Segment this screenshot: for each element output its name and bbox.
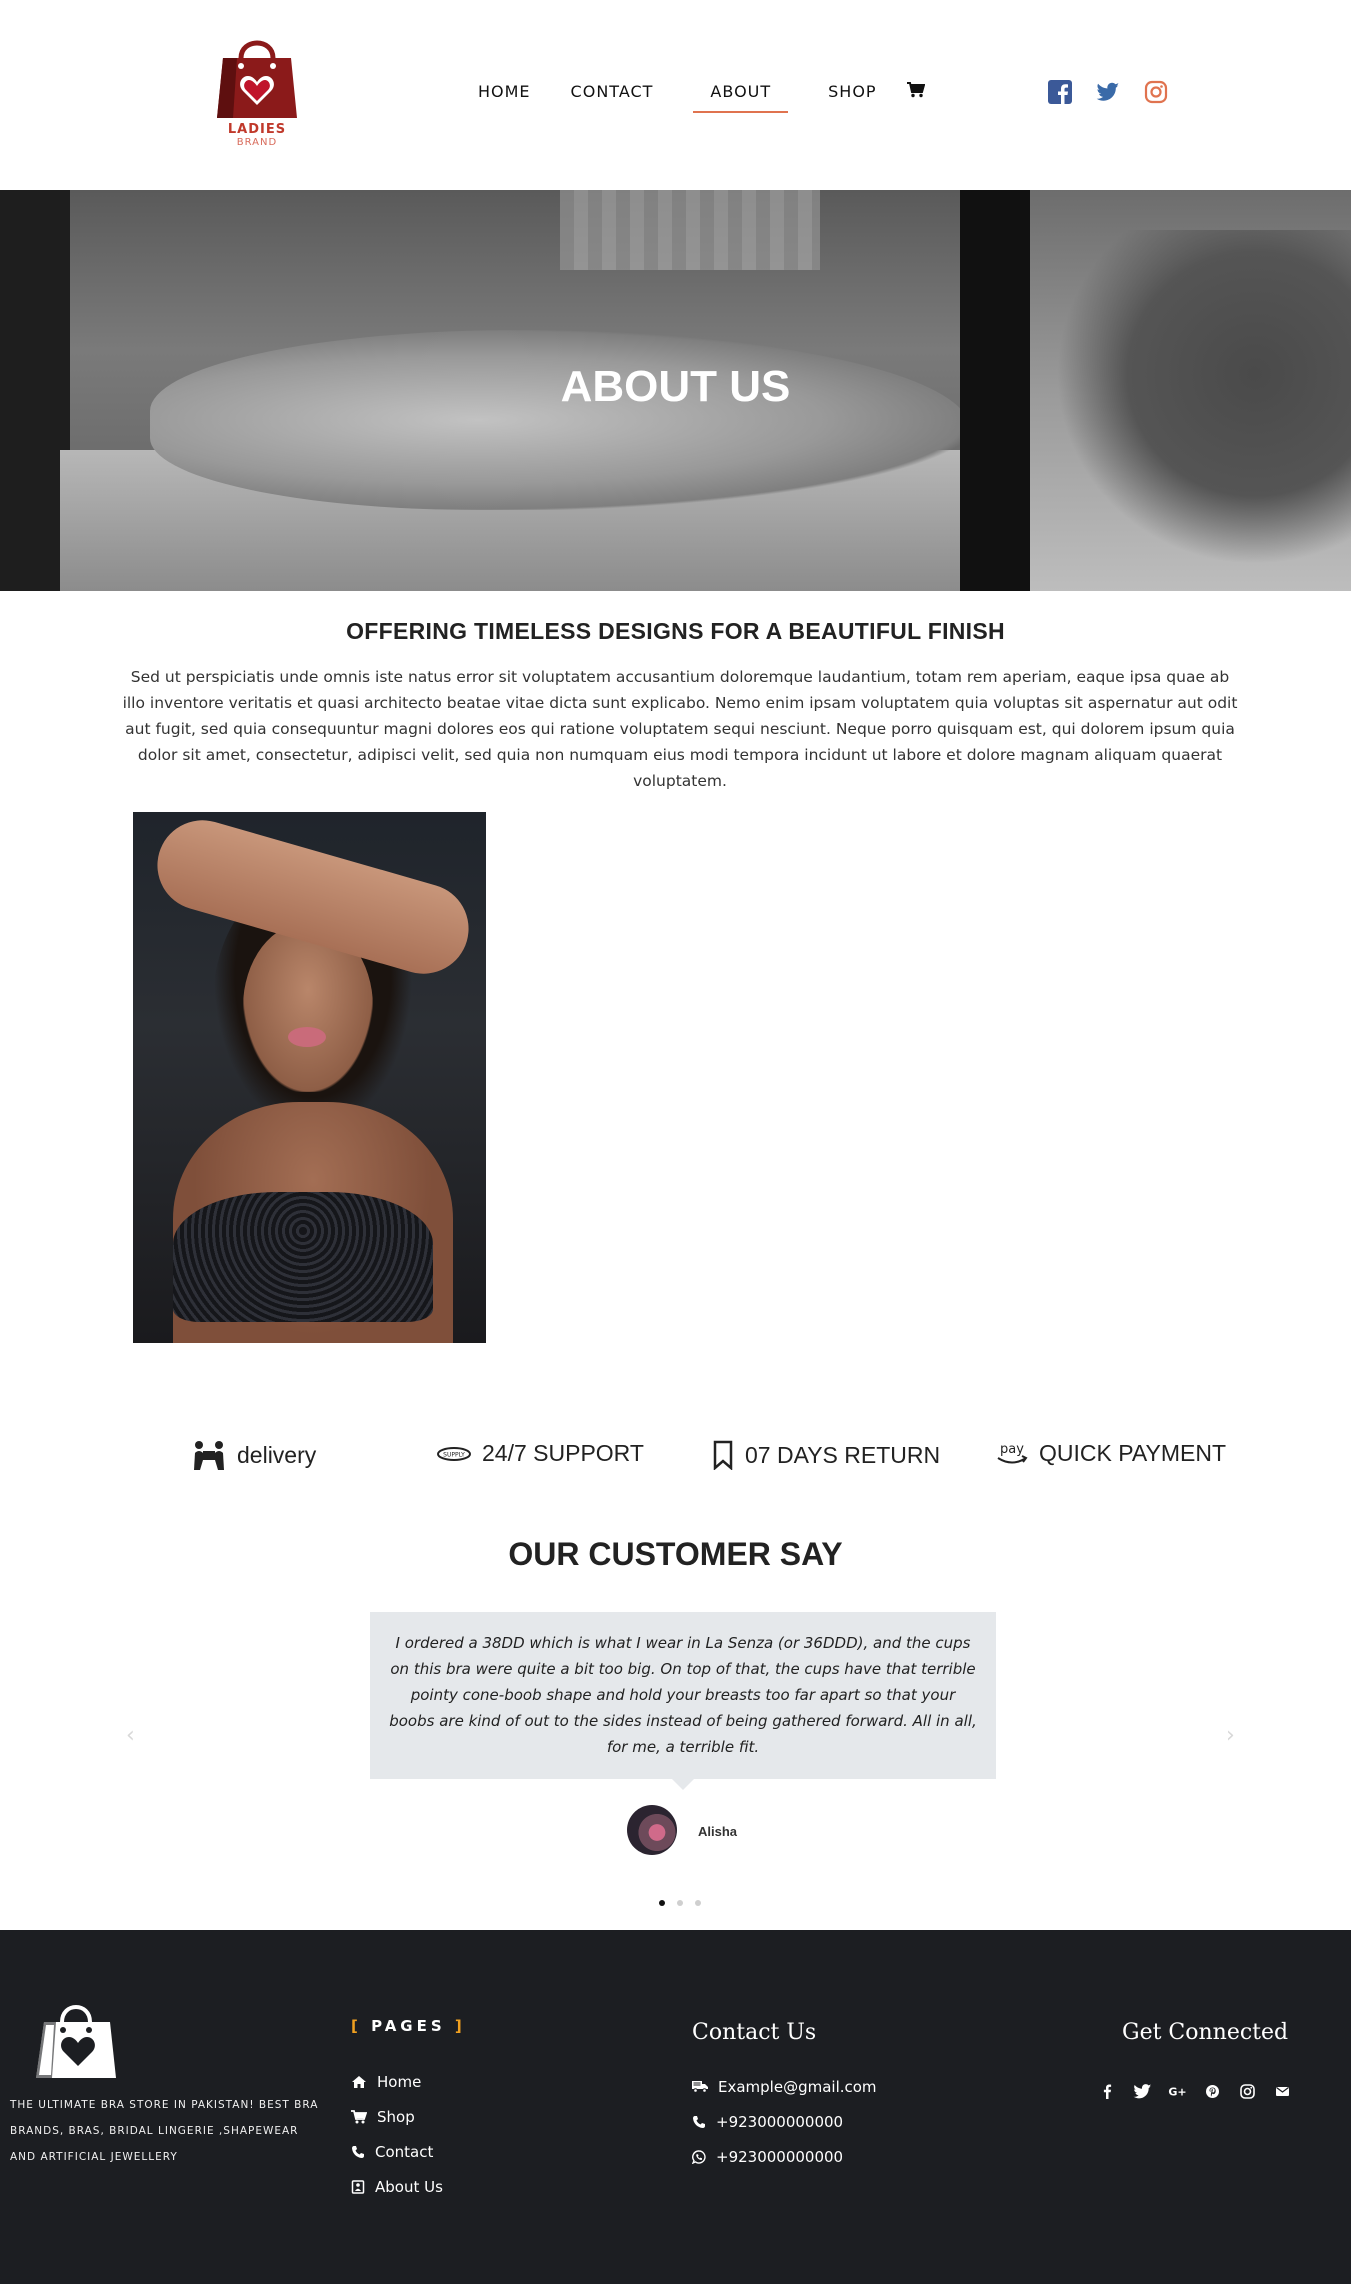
intro-text: Sed ut perspiciatis unde omnis iste natu… <box>122 668 1238 790</box>
chevron-left-icon[interactable]: ‹ <box>126 1723 135 1748</box>
bracket-close: ] <box>445 2017 466 2035</box>
nav-about[interactable]: ABOUT <box>693 82 789 113</box>
facebook-icon[interactable] <box>1098 2082 1117 2101</box>
support-icon: SUPPLY <box>437 1446 471 1461</box>
bookmark-icon <box>713 1440 733 1470</box>
footer-social: G+ <box>1098 2082 1292 2101</box>
footer-link-label: About Us <box>375 2177 443 2196</box>
bracket-open: [ <box>351 2017 372 2035</box>
pay-icon: pay <box>997 1442 1028 1463</box>
feature-support: SUPPLY 24/7 SUPPORT <box>436 1440 644 1467</box>
footer-link-home[interactable]: Home <box>351 2064 443 2099</box>
contact-phone-text: +923000000000 <box>716 2112 844 2131</box>
feature-return: 07 DAYS RETURN <box>711 1440 940 1470</box>
feature-label: 07 DAYS RETURN <box>745 1441 941 1468</box>
main-nav: HOME CONTACT ABOUT SHOP <box>478 82 925 113</box>
about-model-photo <box>133 812 486 1343</box>
footer-contact-phone[interactable]: +923000000000 <box>692 2104 877 2139</box>
svg-text:G+: G+ <box>1168 2086 1186 2099</box>
testimonials-title: OUR CUSTOMER SAY <box>508 1536 843 1572</box>
google-plus-icon[interactable]: G+ <box>1168 2082 1187 2101</box>
instagram-icon[interactable] <box>1238 2082 1257 2101</box>
chevron-right-icon[interactable]: › <box>1226 1723 1235 1748</box>
about-icon <box>351 2179 365 2194</box>
footer-connect-title: Get Connected <box>1122 2020 1289 2045</box>
home-icon <box>352 2075 366 2088</box>
facebook-icon[interactable] <box>1048 80 1072 104</box>
footer-tagline: THE ULTIMATE BRA STORE IN PAKISTAN! BEST… <box>10 2099 319 2163</box>
phone-icon <box>693 2115 705 2128</box>
quote-pointer <box>672 1779 694 1790</box>
testimonial-quote: I ordered a 38DD which is what I wear in… <box>370 1612 996 1779</box>
hero-curtain <box>560 190 820 270</box>
nav-contact[interactable]: CONTACT <box>571 82 654 113</box>
pages-title-text: PAGES <box>371 2017 446 2035</box>
footer-contact-email[interactable]: Example@gmail.com <box>692 2069 877 2104</box>
twitter-icon[interactable] <box>1133 2082 1152 2101</box>
contact-email-text: Example@gmail.com <box>718 2077 877 2096</box>
hero-title: ABOUT US <box>560 362 791 411</box>
cart-icon[interactable] <box>906 82 925 103</box>
nav-home[interactable]: HOME <box>478 82 531 113</box>
pinterest-icon[interactable] <box>1203 2082 1222 2101</box>
carousel-dot-2[interactable] <box>677 1900 683 1906</box>
cart-icon <box>351 2109 367 2123</box>
site-footer: THE ULTIMATE BRA STORE IN PAKISTAN! BEST… <box>0 1930 1351 2284</box>
hero-model-figure <box>150 330 970 510</box>
footer-pages-list: Home Shop Contact About Us <box>351 2064 443 2204</box>
shopping-bag-heart-icon <box>36 2005 116 2078</box>
site-header: LADIES BRAND HOME CONTACT ABOUT SHOP <box>0 0 1351 190</box>
brand-logo[interactable]: LADIES BRAND <box>212 30 302 165</box>
footer-link-shop[interactable]: Shop <box>351 2099 443 2134</box>
svg-text:pay: pay <box>1000 1442 1024 1457</box>
nav-shop[interactable]: SHOP <box>828 82 876 113</box>
photo-lips <box>288 1027 326 1047</box>
shopping-bag-heart-icon <box>217 40 297 118</box>
feature-label: QUICK PAYMENT <box>1039 1440 1226 1466</box>
email-icon[interactable] <box>1273 2082 1292 2101</box>
feature-delivery: delivery <box>191 1440 316 1470</box>
footer-link-label: Home <box>377 2072 422 2091</box>
footer-contact-list: Example@gmail.com +923000000000 +9230000… <box>692 2069 877 2174</box>
feature-payment: pay QUICK PAYMENT <box>995 1440 1226 1467</box>
twitter-icon[interactable] <box>1096 80 1120 104</box>
footer-pages-title: [ PAGES ] <box>351 2017 466 2035</box>
feature-label: 24/7 SUPPORT <box>482 1440 644 1466</box>
footer-logo[interactable] <box>32 1998 118 2085</box>
email-truck-icon <box>692 2081 708 2093</box>
footer-link-label: Contact <box>375 2142 434 2161</box>
footer-link-contact[interactable]: Contact <box>351 2134 443 2169</box>
contact-whatsapp-text: +923000000000 <box>716 2147 844 2166</box>
footer-link-label: Shop <box>377 2107 415 2126</box>
instagram-icon[interactable] <box>1144 80 1168 104</box>
hero-banner: ABOUT US <box>0 190 1351 591</box>
phone-icon <box>352 2145 364 2158</box>
carousel-dot-3[interactable] <box>695 1900 701 1906</box>
carousel-dots <box>659 1900 701 1906</box>
logo-brand-text: LADIES <box>227 122 287 137</box>
intro-title: OFFERING TIMELESS DESIGNS FOR A BEAUTIFU… <box>346 618 1005 644</box>
footer-contact-whatsapp[interactable]: +923000000000 <box>692 2139 877 2174</box>
whatsapp-icon <box>692 2149 706 2164</box>
feature-label: delivery <box>237 1441 317 1468</box>
photo-lace <box>173 1192 433 1322</box>
features-bar: delivery SUPPLY 24/7 SUPPORT 07 DAYS RET… <box>0 1440 1351 1472</box>
logo-sub-text: BRAND <box>236 137 278 148</box>
avatar <box>627 1805 677 1855</box>
footer-contact-title: Contact Us <box>692 2020 817 2045</box>
delivery-icon <box>194 1441 224 1470</box>
svg-text:SUPPLY: SUPPLY <box>443 1451 465 1458</box>
footer-link-about[interactable]: About Us <box>351 2169 443 2204</box>
testimonial-author: Alisha <box>698 1824 738 1839</box>
carousel-dot-1[interactable] <box>659 1900 665 1906</box>
header-social <box>1048 80 1168 104</box>
